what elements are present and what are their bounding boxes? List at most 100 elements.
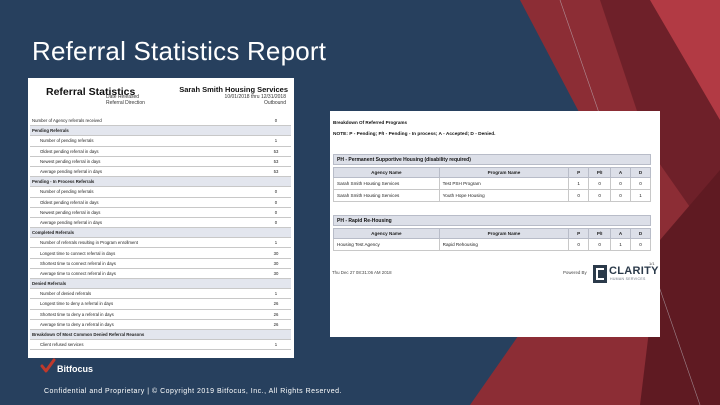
table-row: Oldest pending referral in days 0 [30, 198, 291, 208]
table-row: Average pending referral in days 0 [30, 218, 291, 229]
cell-agency: Sarah Smith Housing Services [333, 189, 440, 202]
row-value: 1 [274, 240, 278, 246]
section-header-row: Pending - In Process Referrals [30, 177, 291, 188]
report-fields: Date Released Referral Direction [106, 94, 145, 106]
clarity-subtitle: HUMAN SERVICES [610, 277, 646, 281]
row-label: Pending - In Process Referrals [32, 179, 95, 185]
row-label: Number of pending referrals [40, 138, 94, 144]
cell-program: Test PSH Program [438, 177, 570, 190]
org-name: Sarah Smith Housing Services [179, 85, 288, 94]
row-value: 0 [274, 209, 278, 215]
rrh-table: Agency Name Program Name P P/I A D Housi… [333, 228, 651, 251]
row-label: Average pending referral in days [40, 219, 103, 225]
row-value: 0 [274, 199, 278, 205]
table-row: Newest pending referral in days 53 [30, 157, 291, 167]
cell-a: 1 [610, 238, 632, 251]
table-row: Average time to deny a referral in days 2… [30, 320, 291, 330]
copyright-footer: Confidential and Proprietary | © Copyrig… [44, 388, 342, 395]
section-header-row: Pending Referrals [30, 126, 291, 137]
row-value: 26 [273, 321, 279, 327]
row-value: 0 [274, 189, 278, 195]
row-value: 53 [273, 169, 279, 175]
table-row: Shortest time to deny a referral in days… [30, 310, 291, 320]
report-header: Referral Statistics Date Released Referr… [28, 78, 294, 116]
clarity-mark-icon [593, 265, 607, 283]
col-a: A [610, 228, 632, 239]
row-value: 30 [273, 260, 279, 266]
report-field-values: 10/01/2018 thru 12/31/2018 Outbound [225, 94, 286, 106]
row-value: 26 [273, 311, 279, 317]
row-label: Longest time to connect referral in days [40, 250, 116, 256]
table-row: Client refused services 1 [30, 340, 291, 351]
row-label: Oldest pending referral in days [40, 199, 99, 205]
col-d: D [630, 167, 651, 178]
row-label: Average time to deny a referral in days [40, 321, 114, 327]
row-label: Number of denied referrals [40, 291, 92, 297]
bitfocus-check-icon [40, 358, 56, 373]
table-row: Shortest time to connect referral in day… [30, 259, 291, 269]
row-label: Completed Referrals [32, 230, 75, 236]
row-value: 30 [273, 250, 279, 256]
cell-pi: 0 [588, 177, 612, 190]
cell-agency: Housing Test Agency [333, 238, 440, 251]
cell-d: 1 [630, 189, 651, 202]
row-label: Shortest time to connect referral in day… [40, 260, 116, 266]
field-referral-direction: Referral Direction [106, 100, 145, 106]
row-label: Shortest time to deny a referral in days [40, 311, 114, 317]
row-label: Client refused services [40, 342, 84, 348]
col-program: Program Name [438, 228, 570, 239]
table-row: Average pending referral in days 53 [30, 167, 291, 178]
row-value: 0 [274, 118, 278, 124]
table-row: Longest time to deny a referral in days 2… [30, 299, 291, 310]
cell-agency: Sarah Smith Housing Services [333, 177, 440, 190]
direction-value: Outbound [264, 100, 286, 106]
clarity-logo: CLARITY HUMAN SERVICES [593, 262, 658, 284]
powered-by-label: Powered By [563, 270, 587, 275]
table-row: Number of pending referrals 1 [30, 136, 291, 147]
row-label: Pending Referrals [32, 128, 69, 134]
section-header-row: Completed Referrals [30, 228, 291, 239]
col-program: Program Name [438, 167, 570, 178]
table-row: Number of denied referrals 1 [30, 289, 291, 300]
cell-program: Youth Hope Housing [438, 189, 570, 202]
breakdown-title: Breakdown Of Referred Programs [333, 120, 408, 125]
section-header-row: Breakdown Of Most Common Denied Referral… [30, 329, 291, 341]
row-label: Breakdown Of Most Common Denied Referral… [32, 332, 145, 338]
table-row: Sarah Smith Housing Services Youth Hope … [333, 189, 651, 202]
row-value: 53 [273, 158, 279, 164]
table-row: Number of Agency referrals received 0 [30, 116, 291, 127]
row-value: 1 [274, 138, 278, 144]
cell-pi: 0 [588, 238, 612, 251]
cell-a: 0 [610, 177, 632, 190]
row-value: 1 [274, 291, 278, 297]
status-legend-note: NOTE: P - Pending; P/I - Pending - In pr… [333, 132, 496, 137]
cell-pi: 0 [588, 189, 612, 202]
section-psh: PH - Permanent Supportive Housing (disab… [333, 154, 651, 165]
table-row: Sarah Smith Housing Services Test PSH Pr… [333, 177, 651, 190]
print-timestamp: Thu Dec 27 08:31:06 AM 2018 [332, 270, 392, 275]
cell-d: 0 [630, 238, 651, 251]
col-d: D [630, 228, 651, 239]
statistics-table: Number of Agency referrals received 0 Pend… [30, 116, 291, 351]
table-row: Number of pending referrals 0 [30, 187, 291, 198]
row-label: Number of Agency referrals received [32, 118, 102, 124]
cell-p: 0 [568, 189, 590, 202]
table-row: Longest time to connect referral in days… [30, 248, 291, 259]
row-label: Oldest pending referral in days [40, 148, 99, 154]
referred-programs-page: Breakdown Of Referred Programs NOTE: P -… [330, 111, 660, 337]
row-label: Average time to connect referral in days [40, 270, 116, 276]
section-rrh: PH - Rapid Re-Housing [333, 215, 651, 226]
table-row: Newest pending referral in days 0 [30, 208, 291, 218]
col-p: P [568, 228, 590, 239]
cell-program: Rapid Rehousing [438, 238, 570, 251]
section-header-row: Denied Referrals [30, 279, 291, 290]
table-row: Average time to connect referral in days… [30, 269, 291, 279]
clarity-wordmark: CLARITY [609, 265, 659, 277]
col-pi: P/I [588, 228, 612, 239]
row-value: 26 [273, 301, 279, 307]
row-label: Newest pending referral in days [40, 158, 101, 164]
row-label: Newest pending referral in days [40, 209, 101, 215]
table-row: Housing Test Agency Rapid Rehousing 0 0 … [333, 238, 651, 251]
col-agency: Agency Name [333, 228, 440, 239]
row-label: Longest time to deny a referral in days [40, 301, 114, 307]
